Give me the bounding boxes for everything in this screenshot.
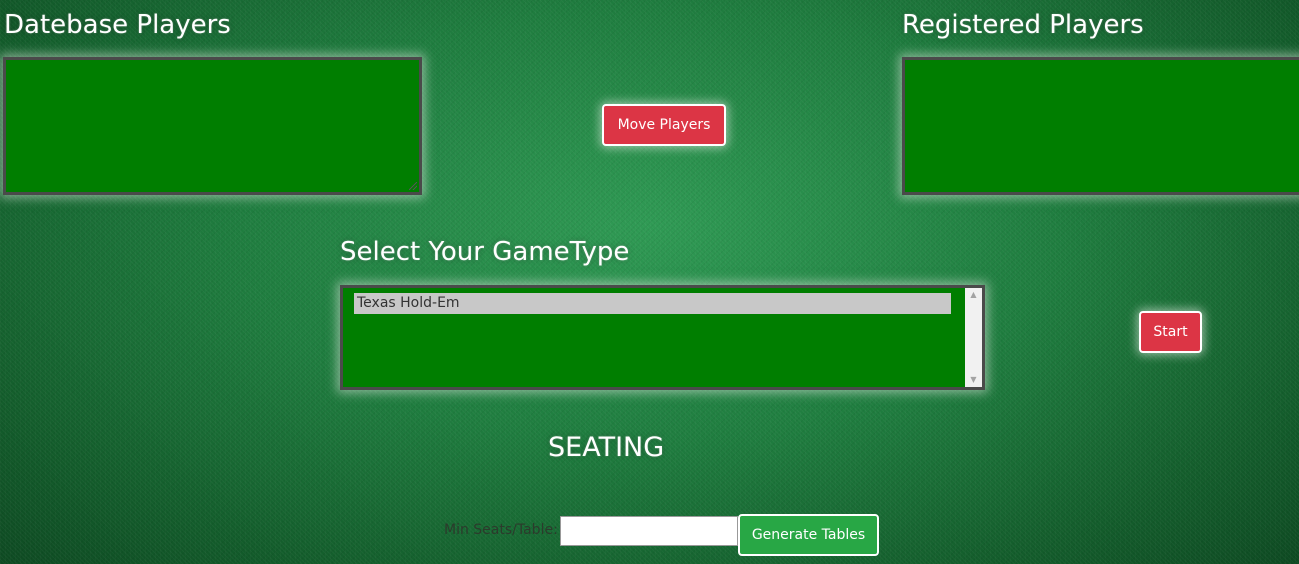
registered-players-heading: Registered Players: [902, 10, 1144, 40]
database-players-listbox[interactable]: [3, 57, 422, 195]
scroll-down-arrow-icon[interactable]: ▼: [965, 373, 982, 387]
database-players-heading: Datebase Players: [4, 10, 231, 40]
game-type-scrollbar[interactable]: ▲ ▼: [965, 288, 982, 387]
generate-tables-button[interactable]: Generate Tables: [738, 514, 879, 556]
registered-players-listbox[interactable]: [902, 57, 1299, 195]
seating-heading: SEATING: [548, 432, 665, 463]
game-type-heading: Select Your GameType: [340, 237, 630, 267]
scroll-up-arrow-icon[interactable]: ▲: [965, 288, 982, 302]
start-button[interactable]: Start: [1139, 311, 1202, 353]
move-players-button[interactable]: Move Players: [602, 104, 726, 146]
game-type-option-texas-hold-em[interactable]: Texas Hold-Em: [354, 293, 951, 314]
resize-grip-icon[interactable]: [409, 182, 417, 190]
min-seats-label: Min Seats/Table:: [444, 522, 558, 538]
game-type-select[interactable]: Texas Hold-Em ▲ ▼: [340, 285, 985, 390]
min-seats-input[interactable]: [560, 516, 738, 546]
